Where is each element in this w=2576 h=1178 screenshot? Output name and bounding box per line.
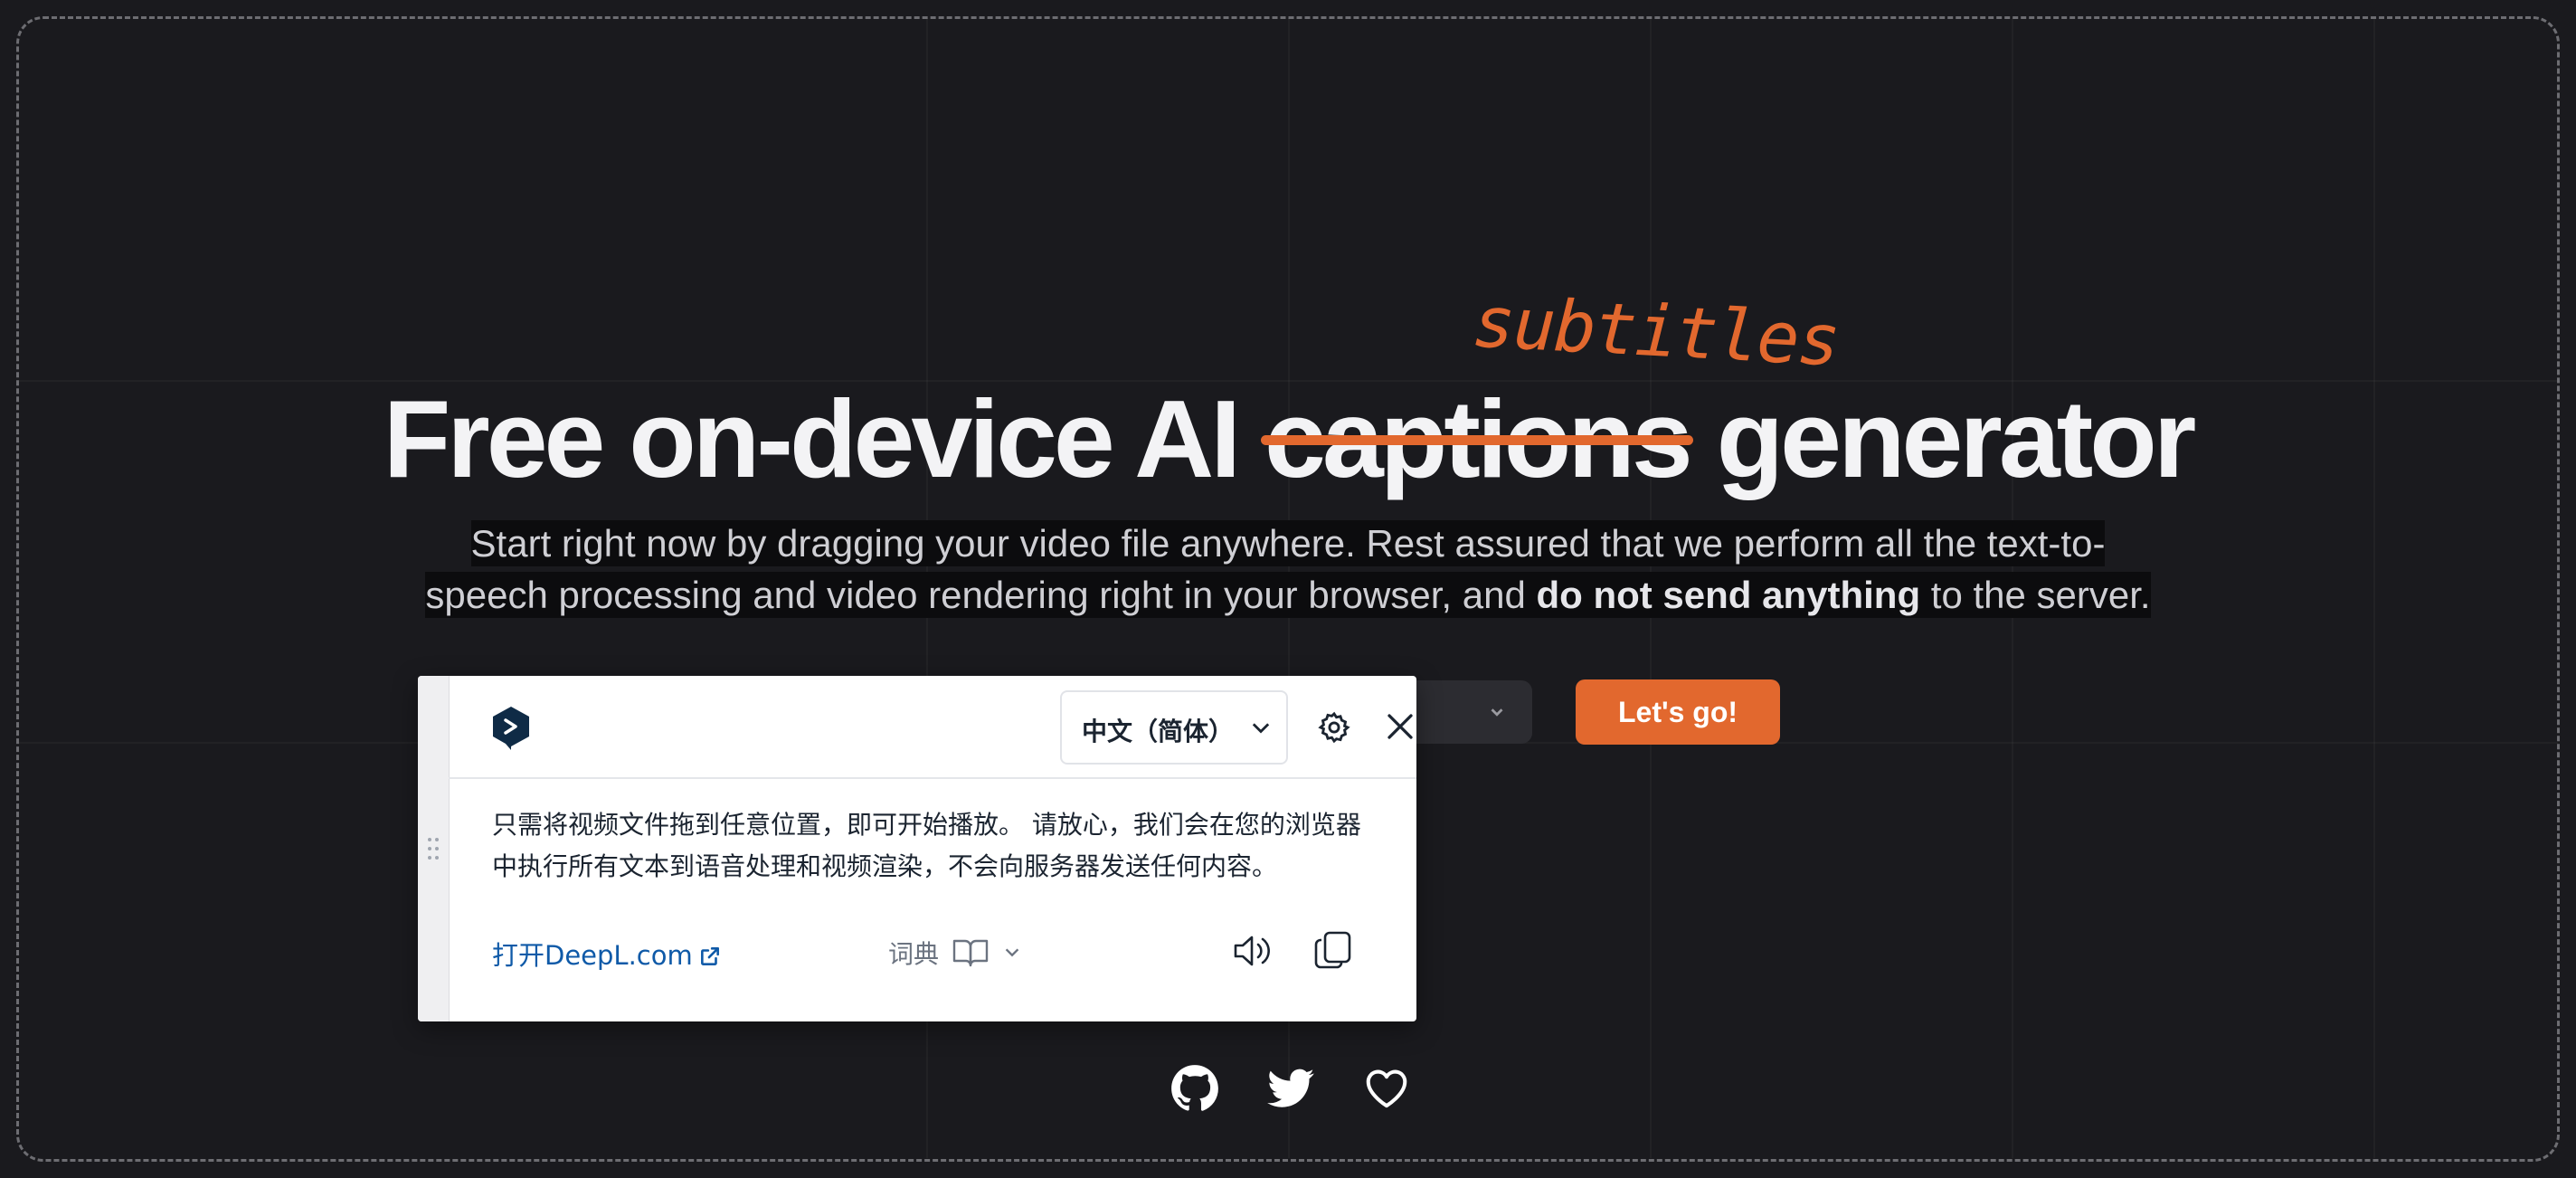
popup-header: 中文（简体） — [449, 676, 1416, 779]
dictionary-toggle[interactable]: 词典 — [888, 935, 1022, 971]
github-icon[interactable] — [1170, 1064, 1219, 1113]
description-line-2: speech processing and video rendering ri… — [425, 572, 2151, 618]
chevron-down-icon — [1252, 723, 1270, 734]
struck-word: captions — [1261, 377, 1693, 500]
lets-go-button[interactable]: Let's go! — [1576, 679, 1780, 745]
external-link-icon — [700, 947, 719, 965]
gear-icon[interactable] — [1317, 710, 1351, 745]
title-part-1: Free on-device AI — [383, 377, 1265, 500]
deepl-logo-icon — [493, 707, 529, 750]
heart-icon[interactable] — [1362, 1064, 1411, 1113]
translation-line-2: 中执行所有文本到语音处理和视频渲染，不会向服务器发送任何内容。 — [492, 851, 1278, 881]
description-end: to the server. — [1920, 574, 2151, 616]
chevron-down-icon — [1005, 948, 1019, 957]
social-links — [1170, 1064, 1411, 1113]
deepl-translation-popup: 中文（简体） 只需将视频文件拖到任意位置，即可开始播放。 请放心，我们会在您的浏… — [418, 676, 1416, 1021]
close-icon[interactable] — [1384, 710, 1416, 743]
hero-description: Start right now by dragging your video f… — [0, 518, 2576, 621]
description-line-1: Start right now by dragging your video f… — [470, 520, 2106, 566]
translation-line-1: 只需将视频文件拖到任意位置，即可开始播放。 请放心，我们会在您的浏览器 — [492, 810, 1361, 840]
copy-icon[interactable] — [1313, 929, 1353, 971]
book-icon — [952, 939, 989, 967]
target-language-select[interactable]: 中文（简体） — [1060, 690, 1288, 765]
language-select[interactable] — [1411, 680, 1532, 744]
speaker-icon[interactable] — [1232, 931, 1274, 971]
open-deepl-label: 打开DeepL.com — [492, 940, 693, 971]
chevron-down-icon — [1491, 708, 1503, 717]
open-deepl-link[interactable]: 打开DeepL.com — [492, 935, 722, 973]
dictionary-label: 词典 — [888, 939, 940, 969]
drag-handle[interactable] — [418, 676, 450, 1021]
drag-dots-icon — [428, 838, 439, 860]
page: subtitles Free on-device AI captions gen… — [0, 0, 2576, 1178]
twitter-icon[interactable] — [1266, 1064, 1315, 1113]
target-language-label: 中文（简体） — [1082, 717, 1235, 746]
translation-text: 只需将视频文件拖到任意位置，即可开始播放。 请放心，我们会在您的浏览器 中执行所… — [492, 804, 1397, 888]
title-part-2: generator — [1689, 377, 2197, 500]
page-title: Free on-device AI captions generator — [0, 375, 2576, 502]
description-text: speech processing and video rendering ri… — [425, 574, 1537, 616]
description-emphasis: do not send anything — [1536, 574, 1921, 616]
